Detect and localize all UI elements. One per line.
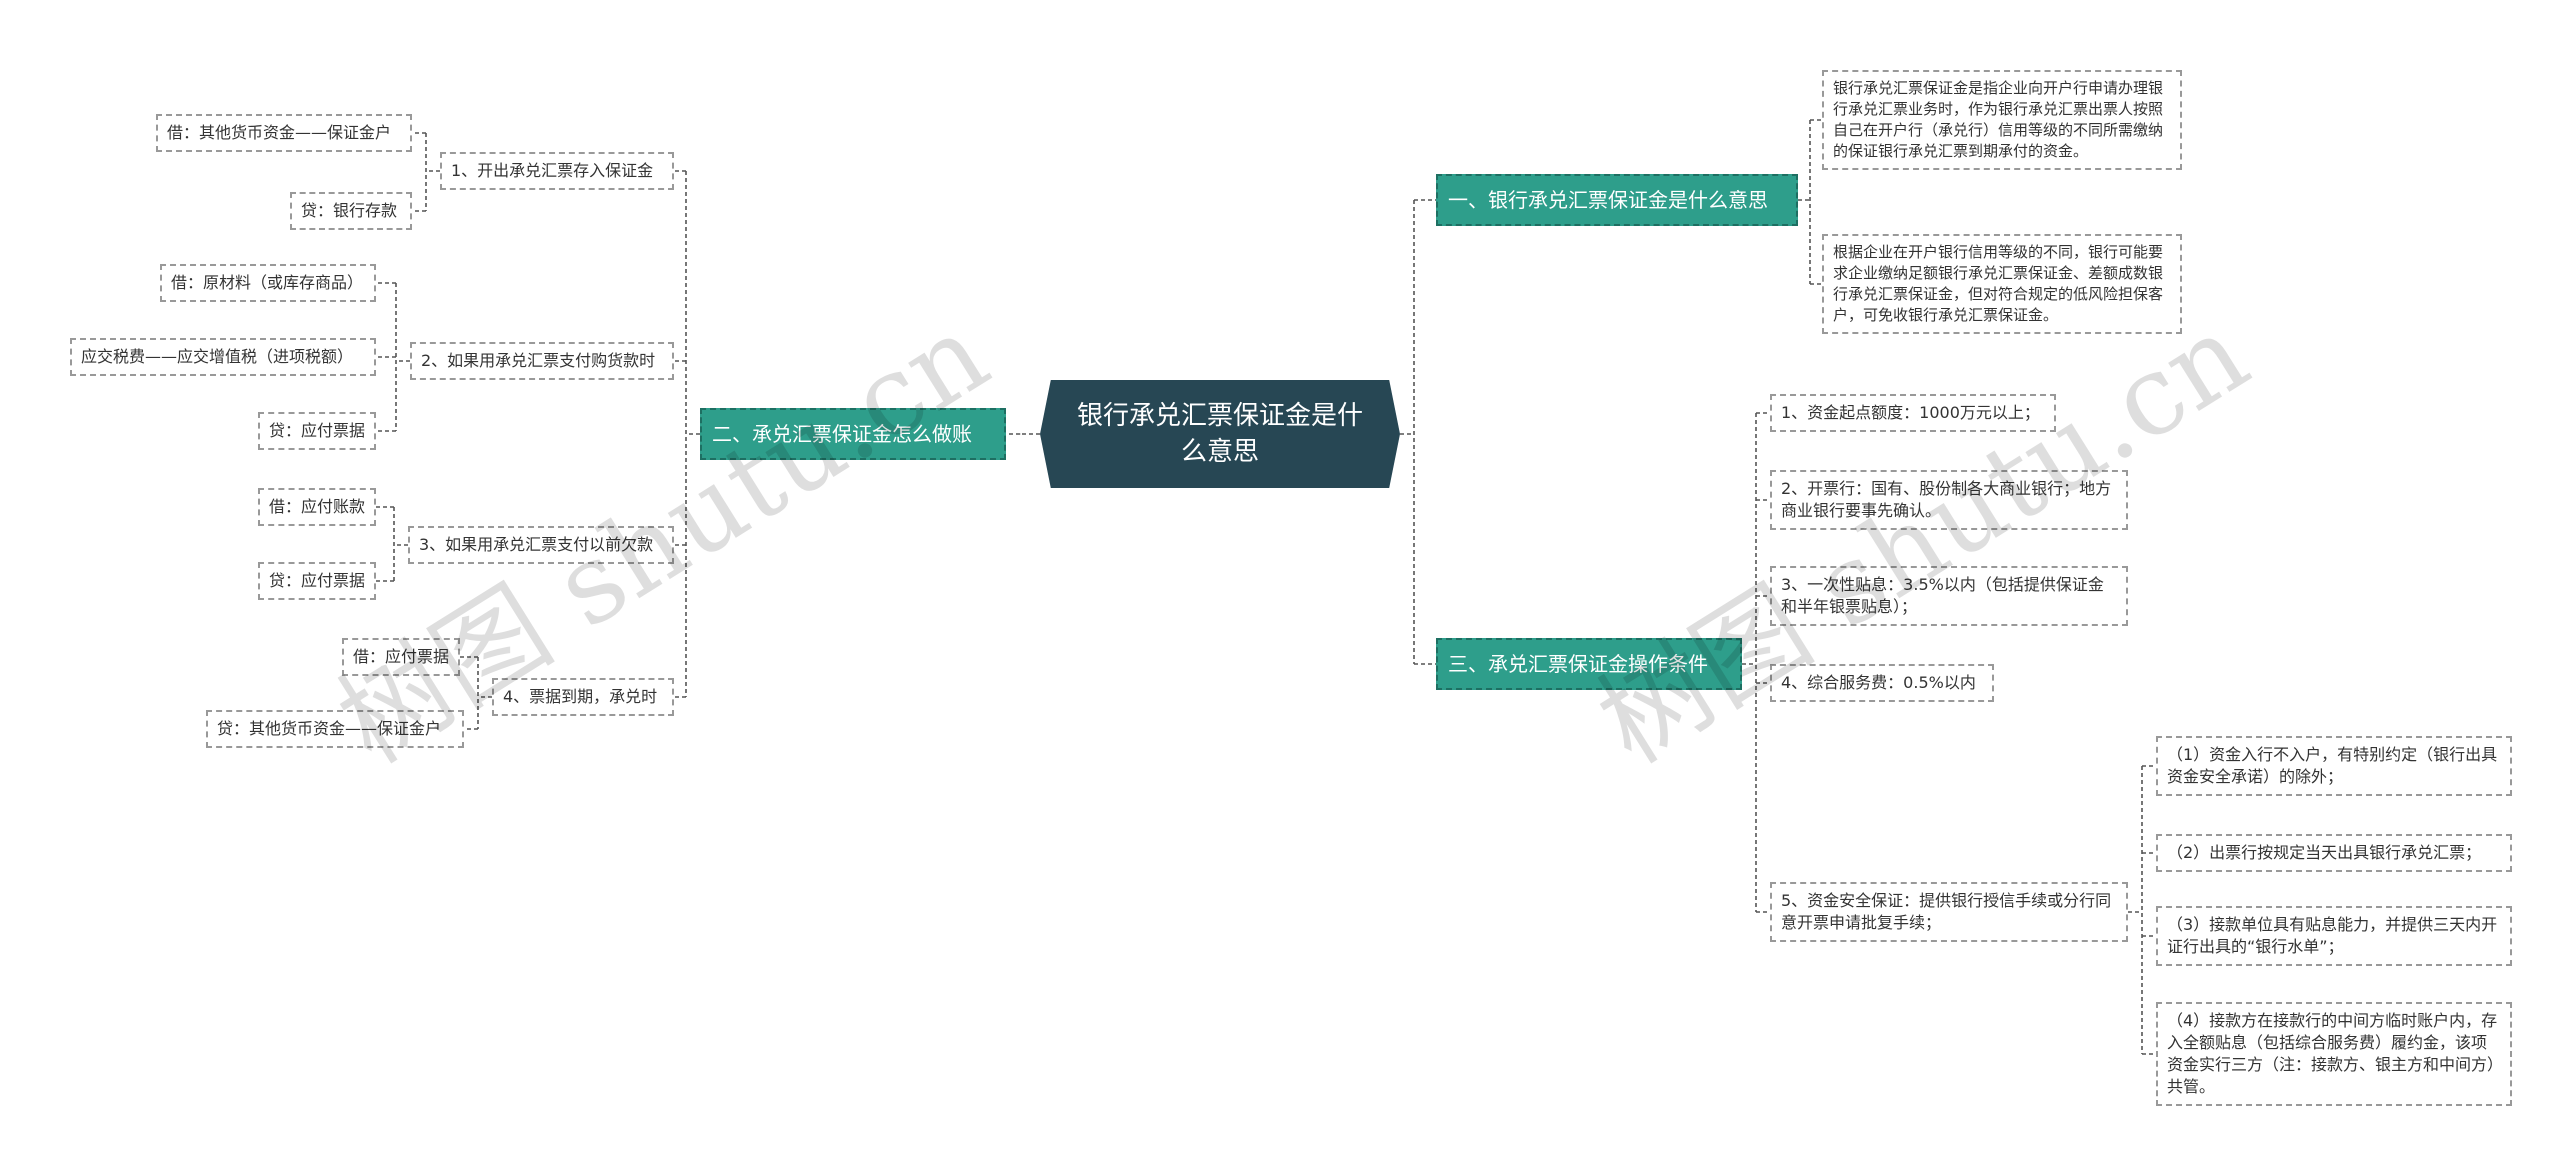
topic-conditions[interactable]: 三、承兑汇票保证金操作条件 bbox=[1436, 638, 1742, 690]
leaf-step-1[interactable]: 1、开出承兑汇票存入保证金 bbox=[440, 152, 674, 190]
entry-1-debit[interactable]: 借：其他货币资金——保证金户 bbox=[156, 114, 412, 152]
leaf-meaning-levels[interactable]: 根据企业在开户银行信用等级的不同，银行可能要求企业缴纳足额银行承兑汇票保证金、差… bbox=[1822, 234, 2182, 334]
leaf-step-3[interactable]: 3、如果用承兑汇票支付以前欠款 bbox=[408, 526, 674, 564]
mind-map-canvas: 银行承兑汇票保证金是什么意思 一、银行承兑汇票保证金是什么意思 银行承兑汇票保证… bbox=[0, 0, 2560, 1170]
entry-3-debit[interactable]: 借：应付账款 bbox=[258, 488, 376, 526]
leaf-security-1[interactable]: （1）资金入行不入户，有特别约定（银行出具资金安全承诺）的除外； bbox=[2156, 736, 2512, 796]
leaf-condition-1[interactable]: 1、资金起点额度：1000万元以上； bbox=[1770, 394, 2056, 432]
entry-4-credit[interactable]: 贷：其他货币资金——保证金户 bbox=[206, 710, 464, 748]
topic-meaning[interactable]: 一、银行承兑汇票保证金是什么意思 bbox=[1436, 174, 1798, 226]
entry-4-debit[interactable]: 借：应付票据 bbox=[342, 638, 460, 676]
topic-bookkeeping[interactable]: 二、承兑汇票保证金怎么做账 bbox=[700, 408, 1006, 460]
leaf-security-4[interactable]: （4）接款方在接款行的中间方临时账户内，存入全额贴息（包括综合服务费）履约金，该… bbox=[2156, 1002, 2512, 1106]
entry-1-credit[interactable]: 贷：银行存款 bbox=[290, 192, 412, 230]
leaf-step-2[interactable]: 2、如果用承兑汇票支付购货款时 bbox=[410, 342, 674, 380]
leaf-condition-5[interactable]: 5、资金安全保证：提供银行授信手续或分行同意开票申请批复手续； bbox=[1770, 882, 2128, 942]
root-topic[interactable]: 银行承兑汇票保证金是什么意思 bbox=[1040, 380, 1400, 488]
entry-2-tax[interactable]: 应交税费——应交增值税（进项税额） bbox=[70, 338, 376, 376]
entry-2-credit[interactable]: 贷：应付票据 bbox=[258, 412, 376, 450]
leaf-security-3[interactable]: （3）接款单位具有贴息能力，并提供三天内开证行出具的“银行水单”； bbox=[2156, 906, 2512, 966]
leaf-condition-2[interactable]: 2、开票行：国有、股份制各大商业银行；地方商业银行要事先确认。 bbox=[1770, 470, 2128, 530]
leaf-security-2[interactable]: （2）出票行按规定当天出具银行承兑汇票； bbox=[2156, 834, 2512, 872]
connector-lines bbox=[376, 119, 2156, 1055]
leaf-condition-3[interactable]: 3、一次性贴息：3.5%以内（包括提供保证金和半年银票贴息）； bbox=[1770, 566, 2128, 626]
leaf-condition-4[interactable]: 4、综合服务费：0.5%以内 bbox=[1770, 664, 1994, 702]
leaf-step-4[interactable]: 4、票据到期，承兑时 bbox=[492, 678, 674, 716]
entry-3-credit[interactable]: 贷：应付票据 bbox=[258, 562, 376, 600]
leaf-meaning-definition[interactable]: 银行承兑汇票保证金是指企业向开户行申请办理银行承兑汇票业务时，作为银行承兑汇票出… bbox=[1822, 70, 2182, 170]
entry-2-debit[interactable]: 借：原材料（或库存商品） bbox=[160, 264, 376, 302]
